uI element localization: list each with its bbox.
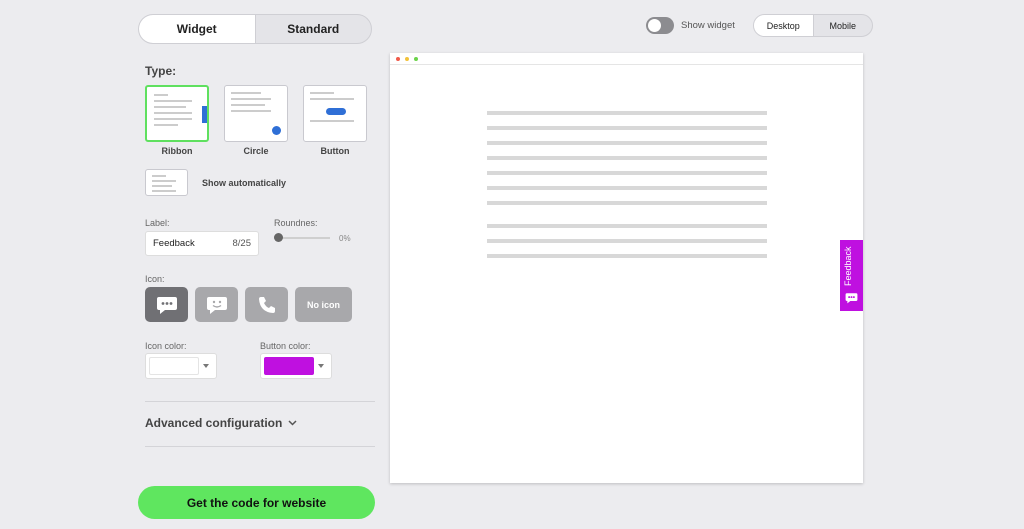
- device-switch: Desktop Mobile: [753, 14, 873, 37]
- label-field-title: Label:: [145, 218, 170, 228]
- smiley-chat-icon: [206, 296, 227, 314]
- placeholder-line: [487, 141, 767, 145]
- feedback-ribbon[interactable]: Feedback: [840, 240, 863, 311]
- label-input-value: Feedback: [153, 238, 195, 249]
- icon-title: Icon:: [145, 274, 165, 284]
- chat-bubble-icon: [156, 296, 177, 314]
- icon-option-chat[interactable]: [145, 287, 188, 322]
- toggle-knob: [648, 19, 661, 32]
- placeholder-line: [487, 254, 767, 258]
- label-input[interactable]: Feedback 8/25: [145, 231, 259, 256]
- icon-color-swatch: [149, 357, 199, 375]
- type-option-button-label: Button: [320, 146, 350, 156]
- minimize-dot-icon: [405, 57, 409, 61]
- show-automatically-option[interactable]: [145, 169, 188, 196]
- placeholder-line: [487, 201, 767, 205]
- label-char-counter: 8/25: [232, 238, 252, 249]
- divider: [145, 446, 375, 447]
- roundness-slider-handle[interactable]: [274, 233, 283, 242]
- roundness-slider[interactable]: [274, 233, 330, 243]
- circle-preview-dot: [272, 126, 281, 135]
- chevron-down-icon: [288, 420, 297, 426]
- tab-standard[interactable]: Standard: [256, 15, 372, 43]
- placeholder-line: [487, 224, 767, 228]
- icon-color-title: Icon color:: [145, 341, 187, 351]
- feedback-ribbon-label: Feedback: [843, 246, 853, 286]
- type-option-ribbon-label: Ribbon: [161, 146, 193, 156]
- button-preview-pill: [326, 108, 346, 115]
- tab-desktop[interactable]: Desktop: [754, 15, 814, 36]
- get-code-button[interactable]: Get the code for website: [138, 486, 375, 519]
- divider: [145, 401, 375, 402]
- placeholder-line: [487, 156, 767, 160]
- show-automatically-label: Show automatically: [202, 178, 287, 188]
- icon-option-smiley[interactable]: [195, 287, 238, 322]
- preview-window: [390, 53, 863, 483]
- chevron-down-icon: [318, 364, 324, 368]
- button-color-picker[interactable]: [260, 353, 332, 379]
- button-color-swatch: [264, 357, 314, 375]
- type-heading: Type:: [145, 64, 177, 78]
- roundness-title: Roundnes:: [274, 218, 318, 228]
- icon-color-picker[interactable]: [145, 353, 217, 379]
- chat-bubble-icon: [845, 293, 858, 304]
- icon-option-phone[interactable]: [245, 287, 288, 322]
- advanced-configuration-toggle[interactable]: Advanced configuration: [145, 416, 297, 430]
- placeholder-line: [487, 239, 767, 243]
- type-option-circle[interactable]: [224, 85, 288, 142]
- tab-widget[interactable]: Widget: [139, 15, 256, 43]
- roundness-value: 0%: [339, 234, 351, 243]
- button-color-title: Button color:: [260, 341, 311, 351]
- ribbon-preview-tab: [202, 106, 207, 123]
- preview-titlebar: [390, 53, 863, 65]
- maximize-dot-icon: [414, 57, 418, 61]
- icon-option-none[interactable]: No icon: [295, 287, 352, 322]
- type-option-ribbon[interactable]: [145, 85, 209, 142]
- placeholder-line: [487, 126, 767, 130]
- show-widget-label: Show widget: [681, 20, 735, 31]
- close-dot-icon: [396, 57, 400, 61]
- type-option-button[interactable]: [303, 85, 367, 142]
- phone-icon: [258, 296, 275, 313]
- advanced-configuration-label: Advanced configuration: [145, 416, 283, 430]
- show-widget-toggle[interactable]: [646, 17, 674, 34]
- chevron-down-icon: [203, 364, 209, 368]
- type-option-circle-label: Circle: [243, 146, 269, 156]
- placeholder-line: [487, 171, 767, 175]
- mode-switch: Widget Standard: [138, 14, 372, 44]
- placeholder-line: [487, 111, 767, 115]
- placeholder-line: [487, 186, 767, 190]
- tab-mobile[interactable]: Mobile: [814, 15, 873, 36]
